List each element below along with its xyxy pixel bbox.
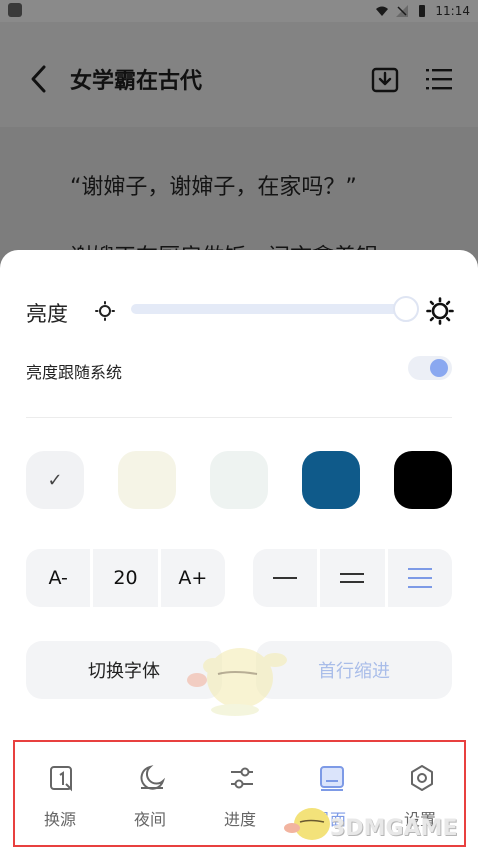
follow-system-toggle[interactable] [408,356,452,380]
app-notification-icon [8,3,22,17]
theme-swatch[interactable] [118,451,176,509]
spacing-loose-icon [407,568,432,588]
theme-swatch[interactable] [210,451,268,509]
slider-thumb[interactable] [393,296,420,322]
nav-progress[interactable]: 进度 [195,742,285,845]
no-signal-icon [396,5,409,17]
brightness-low-icon [95,301,115,321]
slider-track [131,304,409,314]
brightness-high-icon [426,297,454,325]
interface-icon [320,766,344,791]
line-spacing-loose-button[interactable] [387,549,452,607]
font-increase-button[interactable]: A+ [160,549,225,607]
toggle-knob [430,359,448,377]
line-spacing-control [253,549,452,607]
text-paragraph: “谢婶子，谢婶子，在家吗？” [70,175,357,200]
status-icons: 11:14 [375,2,470,20]
back-icon[interactable] [26,62,54,96]
brightness-slider[interactable] [131,296,420,322]
nav-label: 夜间 [133,810,166,829]
brightness-label: 亮度 [26,302,68,326]
gear-icon [411,765,433,791]
font-decrease-button[interactable]: A- [26,549,91,607]
download-icon[interactable] [370,64,400,94]
watermark-text: 3DMGAME [330,816,458,841]
line-spacing-compact-button[interactable] [253,549,318,607]
wifi-icon [376,6,389,16]
theme-swatch[interactable] [394,451,452,509]
spacing-compact-icon [273,577,298,579]
follow-system-brightness-label: 亮度跟随系统 [26,363,123,382]
theme-swatch[interactable]: ✓ [26,451,84,509]
book-title: 女学霸在古代 [70,69,203,94]
nav-switch-source[interactable]: 换源 [15,742,105,845]
reader-header: 女学霸在古代 [0,22,478,127]
divider [26,417,452,418]
switch-source-icon [50,766,72,792]
nav-label: 换源 [43,810,76,829]
status-bar: 11:14 [0,0,478,22]
mascot-watermark [187,648,287,716]
spacing-normal-icon [340,573,365,583]
progress-sliders-icon [231,767,253,789]
theme-swatch[interactable] [302,451,360,509]
display-settings-sheet: 亮度 亮度跟随系统 ✓ A- 20 A+ 切换字体 首行缩进 换源 夜间 进度 … [0,250,478,852]
check-icon: ✓ [47,469,63,491]
table-of-contents-icon[interactable] [424,66,454,92]
nav-night-mode[interactable]: 夜间 [105,742,195,845]
font-size-control: A- 20 A+ [26,549,225,607]
font-size-value: 20 [93,549,158,607]
moon-icon [140,765,166,790]
battery-icon [419,5,426,17]
nav-label: 进度 [223,810,256,829]
line-spacing-normal-button[interactable] [320,549,385,607]
status-time: 11:14 [435,4,470,18]
